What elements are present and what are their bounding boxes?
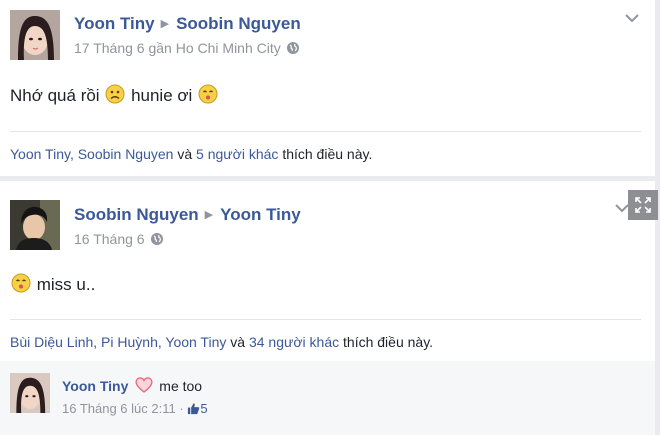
globe-icon[interactable] (286, 41, 300, 58)
comment-text: me too (159, 378, 203, 394)
post-card: Soobin Nguyen ▶ Yoon Tiny 16 Tháng 6 miss … (0, 181, 655, 435)
avatar[interactable] (10, 10, 60, 60)
comment-avatar[interactable] (10, 373, 50, 413)
likers-link[interactable]: Yoon Tiny, Soobin Nguyen (10, 146, 173, 162)
like-count-value: 5 (200, 401, 208, 416)
others-likers-link[interactable]: 34 người khác (249, 334, 339, 350)
post-text: Nhớ quá rồi hunie ơi (10, 84, 219, 106)
arrow-right-icon: ▶ (160, 18, 170, 30)
post-timestamp[interactable]: 16 Tháng 6 (74, 231, 145, 247)
post-text-part: hunie ơi (131, 86, 193, 105)
likes-suffix: thích điều này. (343, 334, 434, 350)
thumbs-up-icon (188, 403, 200, 415)
post-header-names: Soobin Nguyen ▶ Yoon Tiny (74, 205, 301, 225)
globe-icon[interactable] (150, 232, 164, 249)
likes-suffix: thích điều này. (282, 146, 373, 162)
likes-summary: Yoon Tiny, Soobin Nguyen và 5 người khác… (10, 146, 372, 162)
meta-separator: · (179, 401, 184, 416)
frowning-face-emoji (105, 84, 125, 104)
post-card: Yoon Tiny ▶ Soobin Nguyen 17 Tháng 6 gần H… (0, 0, 655, 176)
likes-conjunction: và (177, 146, 193, 162)
post-header-names: Yoon Tiny ▶ Soobin Nguyen (74, 14, 301, 34)
post-meta: 16 Tháng 6 (74, 231, 164, 249)
post-text-part: miss u.. (36, 275, 96, 294)
heart-emoji (135, 377, 153, 393)
chevron-down-icon[interactable] (615, 203, 629, 213)
comment-body: Yoon Tiny me too (62, 376, 202, 396)
kissing-face-emoji (11, 273, 31, 293)
post-author-link[interactable]: Yoon Tiny (74, 14, 155, 33)
comments-section: Yoon Tiny me too 16 Tháng 6 lúc 2:11 · 5 (0, 361, 655, 435)
kissing-face-emoji (198, 84, 218, 104)
post-text: miss u.. (10, 273, 95, 295)
post-text-part: Nhớ quá rồi (10, 86, 100, 105)
likes-conjunction: và (230, 334, 246, 350)
comment-meta: 16 Tháng 6 lúc 2:11 · 5 (62, 401, 208, 416)
others-likers-link[interactable]: 5 người khác (196, 146, 278, 162)
avatar[interactable] (10, 200, 60, 250)
comment-timestamp[interactable]: 16 Tháng 6 lúc 2:11 (62, 401, 176, 416)
likers-link[interactable]: Bùi Diệu Linh, Pi Huỳnh, Yoon Tiny (10, 334, 226, 350)
expand-icon (635, 197, 651, 213)
expand-button[interactable] (628, 190, 658, 220)
chevron-down-icon[interactable] (625, 13, 639, 23)
divider (10, 319, 641, 320)
post-target-link[interactable]: Soobin Nguyen (176, 14, 301, 33)
post-target-link[interactable]: Yoon Tiny (220, 205, 301, 224)
divider (10, 131, 641, 132)
post-author-link[interactable]: Soobin Nguyen (74, 205, 199, 224)
post-meta: 17 Tháng 6 gần Ho Chi Minh City (74, 40, 300, 58)
post-timestamp[interactable]: 17 Tháng 6 gần Ho Chi Minh City (74, 40, 281, 56)
comment-author-link[interactable]: Yoon Tiny (62, 378, 128, 394)
likes-summary: Bùi Diệu Linh, Pi Huỳnh, Yoon Tiny và 34… (10, 334, 433, 350)
arrow-right-icon: ▶ (204, 209, 214, 221)
comment-like-count[interactable]: 5 (187, 401, 208, 416)
